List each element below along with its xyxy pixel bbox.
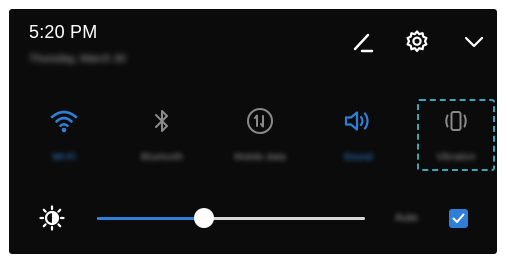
check-icon (452, 213, 465, 223)
brightness-slider-thumb[interactable] (194, 208, 215, 228)
toggle-label: Mobile data (234, 152, 286, 163)
bluetooth-icon (123, 104, 201, 138)
sound-icon (319, 104, 397, 138)
toggle-label: Bluetooth (140, 152, 184, 163)
toggle-label: Sound (343, 152, 373, 163)
wifi-icon (25, 104, 103, 138)
edit-icon[interactable] (347, 27, 377, 57)
toggle-wifi[interactable]: Wi-Fi (25, 94, 103, 174)
brightness-slider-fill (97, 217, 205, 220)
vibration-highlight (417, 99, 495, 171)
chevron-down-icon[interactable] (459, 27, 489, 57)
status-date: Thursday, March 30 (29, 53, 127, 65)
toggle-bluetooth[interactable]: Bluetooth (123, 94, 201, 174)
toggle-label: Wi-Fi (52, 152, 76, 163)
mobile-data-icon (221, 104, 299, 138)
gear-icon[interactable] (402, 27, 432, 57)
toggle-sound[interactable]: Sound (319, 94, 397, 174)
auto-brightness-checkbox[interactable] (449, 209, 468, 228)
brightness-icon (39, 205, 65, 231)
notification-panel: 5:20 PM Thursday, March 30 Wi-Fi Bluetoo… (9, 9, 497, 254)
status-time: 5:20 PM (29, 22, 98, 42)
toggle-mobile-data[interactable]: Mobile data (221, 94, 299, 174)
auto-brightness-label: Auto (395, 212, 418, 224)
